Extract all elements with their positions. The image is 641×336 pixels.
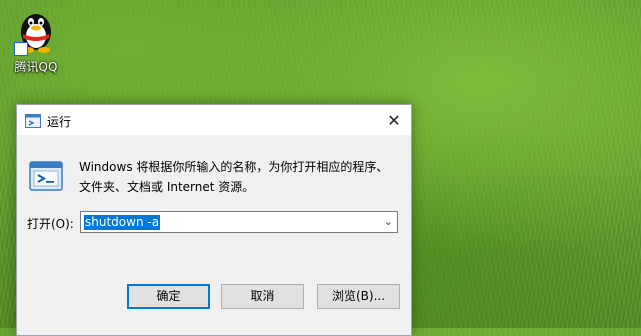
open-combobox[interactable]: shutdown -a ⌄ xyxy=(80,211,398,233)
dialog-description: Windows 将根据你所输入的名称，为你打开相应的程序、 文件夹、文档或 In… xyxy=(79,157,399,197)
description-line-2: 文件夹、文档或 Internet 资源。 xyxy=(79,180,255,194)
dialog-body: Windows 将根据你所输入的名称，为你打开相应的程序、 文件夹、文档或 In… xyxy=(17,135,411,255)
dialog-title: 运行 xyxy=(47,115,72,129)
run-icon xyxy=(25,113,41,132)
dialog-titlebar[interactable]: 运行 ✕ xyxy=(17,105,411,135)
browse-button[interactable]: 浏览(B)... xyxy=(317,284,400,309)
run-large-icon xyxy=(29,161,63,195)
desktop-icon-label: 腾讯QQ xyxy=(14,60,58,74)
ok-button[interactable]: 确定 xyxy=(127,284,210,309)
desktop-icon-qq[interactable]: 腾讯QQ xyxy=(4,6,68,76)
open-input-value[interactable]: shutdown -a xyxy=(84,215,161,230)
dialog-button-bar: 确定 取消 浏览(B)... xyxy=(17,256,411,335)
close-button[interactable]: ✕ xyxy=(377,105,411,135)
open-label: 打开(O): xyxy=(27,217,74,231)
run-dialog: 运行 ✕ Windows 将根据你所输入的名称，为你打开相应的程序、 文件夹、文… xyxy=(16,104,412,336)
chevron-down-icon[interactable]: ⌄ xyxy=(384,215,393,228)
close-icon: ✕ xyxy=(387,110,401,130)
description-line-1: Windows 将根据你所输入的名称，为你打开相应的程序、 xyxy=(79,160,389,174)
shortcut-arrow-icon xyxy=(14,42,28,56)
cancel-button[interactable]: 取消 xyxy=(221,284,304,309)
